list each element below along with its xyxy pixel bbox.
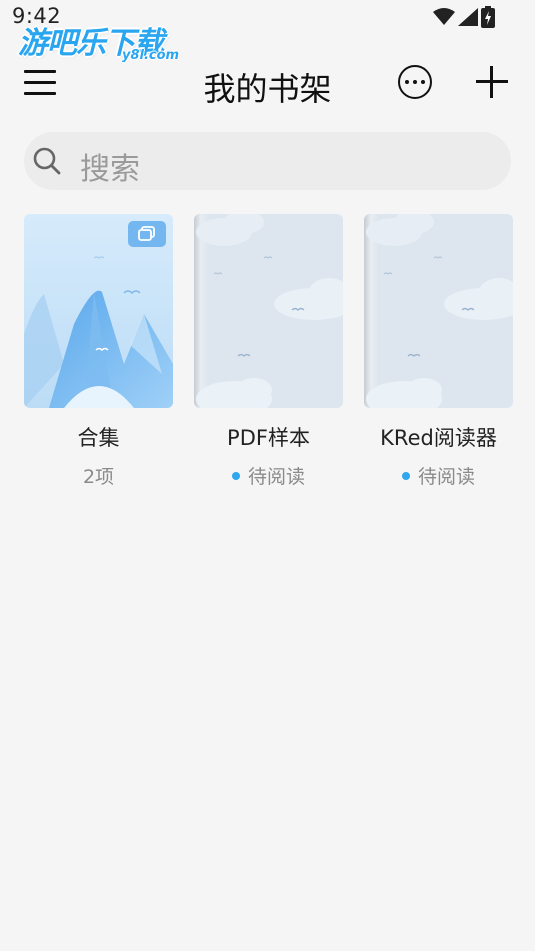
read-status: 待阅读 [247,466,305,488]
page-title: 我的书架 [203,70,332,108]
book-cover [364,214,513,408]
item-title: PDF样本 [227,426,310,450]
more-circle-icon [405,80,409,84]
add-button[interactable] [474,64,510,100]
shelf-item-pdf-sample[interactable]: PDF样本 待阅读 [194,214,343,489]
search-placeholder: 搜索 [80,152,140,187]
stack-icon [138,226,155,241]
signal-icon [458,8,478,26]
book-cover [194,214,343,408]
item-title: 合集 [77,426,120,450]
more-dot [421,80,425,84]
wifi-icon [433,8,455,25]
shelf-item-collection[interactable]: 合集 2项 [24,214,173,489]
default-cover-art [364,214,513,408]
collection-badge [128,221,166,247]
status-icons [433,6,495,28]
app-header: 我的书架 [0,50,535,114]
more-button[interactable] [398,65,432,99]
unread-dot-icon [231,471,240,480]
item-subtitle: 2项 [24,462,173,489]
read-status: 待阅读 [417,466,475,488]
book-cover [24,214,173,408]
item-subtitle: 待阅读 [364,462,513,489]
more-dot [413,80,417,84]
search-input[interactable]: 搜索 [24,132,511,190]
item-title: KRed阅读器 [380,426,497,450]
search-icon [33,147,61,175]
default-cover-art [194,214,343,408]
battery-icon [481,6,495,28]
item-subtitle: 待阅读 [194,462,343,489]
unread-dot-icon [401,471,410,480]
shelf-item-kred-reader[interactable]: KRed阅读器 待阅读 [364,214,513,489]
item-count: 2项 [82,466,115,488]
